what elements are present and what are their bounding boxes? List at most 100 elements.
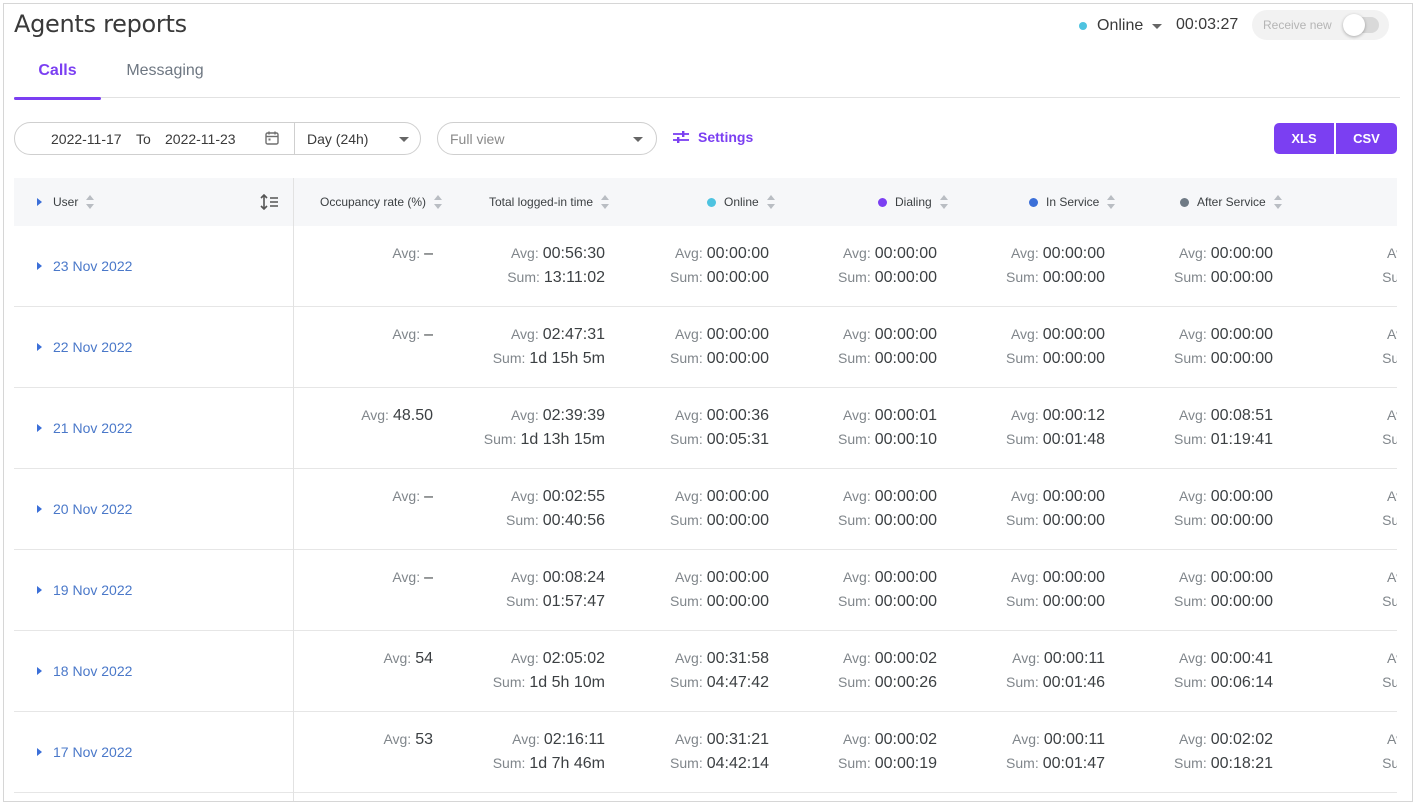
table-row[interactable]: 23 Nov 2022 Avg: – Avg: 00:56:30 Sum: 13:11:02… — [14, 226, 1397, 307]
cell-next: Avg:00: Sum:06: — [1271, 388, 1397, 469]
cell-line: Avg: 00:00:00 — [1011, 245, 1105, 263]
column-header-dialing[interactable]: Dialing — [878, 178, 948, 226]
cell-line: Sum: 00:00:26 — [838, 674, 937, 692]
expand-row-icon[interactable] — [37, 748, 42, 756]
granularity-select[interactable]: Day (24h) — [307, 131, 368, 147]
metric-label: Avg: — [674, 731, 703, 747]
cell-line: Avg: – — [392, 245, 433, 263]
metric-value: 00:08:51 — [1210, 407, 1273, 424]
sort-icon[interactable] — [1273, 195, 1282, 209]
expand-row-icon[interactable] — [37, 667, 42, 675]
cell-line: Avg: 00:00:00 — [843, 569, 937, 587]
toggle-switch[interactable] — [1343, 14, 1379, 36]
cell-line: Sum: 00:00:00 — [838, 350, 937, 368]
tab-calls[interactable]: Calls — [14, 44, 101, 100]
expand-row-icon[interactable] — [37, 262, 42, 270]
chevron-down-icon — [399, 137, 409, 142]
metric-label: Sum: — [1174, 593, 1207, 609]
table-row[interactable]: 20 Nov 2022 Avg: – Avg: 00:02:55 Sum: 00:40:56… — [14, 469, 1397, 550]
metric-label: Sum: — [670, 269, 703, 285]
row-date-link[interactable]: 17 Nov 2022 — [37, 744, 132, 760]
cell-inservice: Avg: 00:00:12 Sum: 00:01:48 — [935, 388, 1105, 469]
metric-label: Sum: — [1174, 512, 1207, 528]
metric-value: 00:00:00 — [706, 245, 769, 262]
sort-icon[interactable] — [601, 195, 610, 209]
cell-online: Avg: 00:00:00 Sum: 00:00:00 — [599, 226, 769, 307]
table-row[interactable]: 22 Nov 2022 Avg: – Avg: 02:47:31 Sum: 1d 15h 5… — [14, 307, 1397, 388]
sort-icon[interactable] — [434, 195, 443, 209]
cell-line: Avg: 00:02:02 — [1179, 731, 1273, 749]
in-service-dot-icon — [1029, 197, 1038, 207]
table-row[interactable]: 17 Nov 2022 Avg: 53 Avg: 02:16:11 Sum: 1d 7h 4… — [14, 712, 1397, 793]
table-header: User Occupancy rate (%) Total logged-in … — [14, 178, 1397, 226]
expand-row-icon[interactable] — [37, 424, 42, 432]
sort-icon[interactable] — [766, 195, 775, 209]
calendar-icon[interactable] — [264, 130, 280, 149]
cell-line: Avg: 00:00:02 — [843, 731, 937, 749]
metric-value: 1d 5h 10m — [529, 674, 605, 691]
row-date-link[interactable]: 20 Nov 2022 — [37, 501, 132, 517]
tab-messaging[interactable]: Messaging — [120, 44, 210, 98]
metric-value: 00:02:55 — [542, 488, 605, 505]
date-from[interactable]: 2022-11-17 — [51, 131, 122, 147]
metric-label: Sum: — [1382, 755, 1397, 771]
row-date-link[interactable]: 23 Nov 2022 — [37, 258, 132, 274]
row-date: 22 Nov 2022 — [53, 339, 133, 355]
row-date-link[interactable]: 18 Nov 2022 — [37, 663, 132, 679]
column-header-after-service[interactable]: After Service — [1180, 178, 1282, 226]
cell-line: Sum: 1d 7h 46m — [493, 755, 605, 773]
metric-value: 00:18:21 — [1210, 755, 1273, 772]
metric-label: Avg: — [674, 488, 703, 504]
expand-all-icon[interactable] — [37, 198, 42, 206]
date-to[interactable]: 2022-11-23 — [165, 131, 236, 147]
sort-icon[interactable] — [86, 195, 95, 209]
column-header-logged-in[interactable]: Total logged-in time — [489, 178, 610, 226]
expand-row-icon[interactable] — [37, 586, 42, 594]
metric-label: Sum: — [838, 674, 871, 690]
table-row[interactable]: 18 Nov 2022 Avg: 54 Avg: 02:05:02 Sum: 1d 5h 1… — [14, 631, 1397, 712]
row-date-link[interactable]: 21 Nov 2022 — [37, 420, 132, 436]
sort-icon[interactable] — [1107, 195, 1116, 209]
cell-next: Avg:00: Sum:00: — [1271, 631, 1397, 712]
metric-label: Avg: — [1386, 245, 1397, 261]
expand-row-icon[interactable] — [37, 343, 42, 351]
table-row[interactable]: 19 Nov 2022 Avg: – Avg: 00:08:24 Sum: 01:57:47… — [14, 550, 1397, 631]
cell-line: Avg: 00:56:30 — [511, 245, 605, 263]
metric-value: 00:00:41 — [1210, 650, 1273, 667]
settings-button[interactable]: Settings — [672, 129, 753, 145]
metric-label: Avg: — [392, 488, 421, 504]
cell-line: Sum: 00:00:00 — [670, 593, 769, 611]
cell-logged: Avg: 00:56:30 Sum: 13:11:02 — [435, 226, 605, 307]
cell-line: Avg: 00:08:24 — [511, 569, 605, 587]
receive-new-toggle[interactable]: Receive new — [1252, 10, 1389, 40]
cell-next: Avg:00: Sum:00: — [1271, 469, 1397, 550]
status-dropdown[interactable]: Online — [1079, 14, 1163, 38]
metric-value: 00:56:30 — [542, 245, 605, 262]
cell-line: Sum: 00:00:10 — [838, 431, 937, 449]
date-range-picker[interactable]: 2022-11-17 To 2022-11-23 Day (24h) — [14, 122, 421, 155]
cell-line: Sum: 00:01:46 — [1006, 674, 1105, 692]
metric-value: 00:01:48 — [1042, 431, 1105, 448]
column-header-user[interactable]: User — [37, 178, 95, 226]
view-select[interactable]: Full view — [437, 122, 657, 155]
cell-after: Avg: 00:00:00 Sum: 00:00:00 — [1103, 550, 1273, 631]
column-settings-icon[interactable] — [260, 178, 280, 226]
column-header-online[interactable]: Online — [707, 178, 775, 226]
sort-icon[interactable] — [939, 195, 948, 209]
column-header-occupancy[interactable]: Occupancy rate (%) — [320, 178, 443, 226]
metric-label: Sum: — [1006, 512, 1039, 528]
settings-label: Settings — [698, 129, 754, 145]
row-date-link[interactable]: 22 Nov 2022 — [37, 339, 132, 355]
expand-row-icon[interactable] — [37, 505, 42, 513]
metric-value: 1d 15h 5m — [529, 350, 605, 367]
row-date-link[interactable]: 19 Nov 2022 — [37, 582, 132, 598]
cell-dialing: Avg: 00:00:01 Sum: 00:00:10 — [767, 388, 937, 469]
metric-label: Sum: — [838, 593, 871, 609]
export-xls-button[interactable]: XLS — [1274, 123, 1334, 154]
cell-inservice: Avg: 00:00:00 Sum: 00:00:00 — [935, 226, 1105, 307]
cell-line: Sum:06: — [1382, 431, 1397, 449]
table-row[interactable]: 21 Nov 2022 Avg: 48.50 Avg: 02:39:39 Sum: 1d 1… — [14, 388, 1397, 469]
metric-value: 01:57:47 — [542, 593, 605, 610]
export-csv-button[interactable]: CSV — [1336, 123, 1397, 154]
column-header-in-service[interactable]: In Service — [1029, 178, 1116, 226]
